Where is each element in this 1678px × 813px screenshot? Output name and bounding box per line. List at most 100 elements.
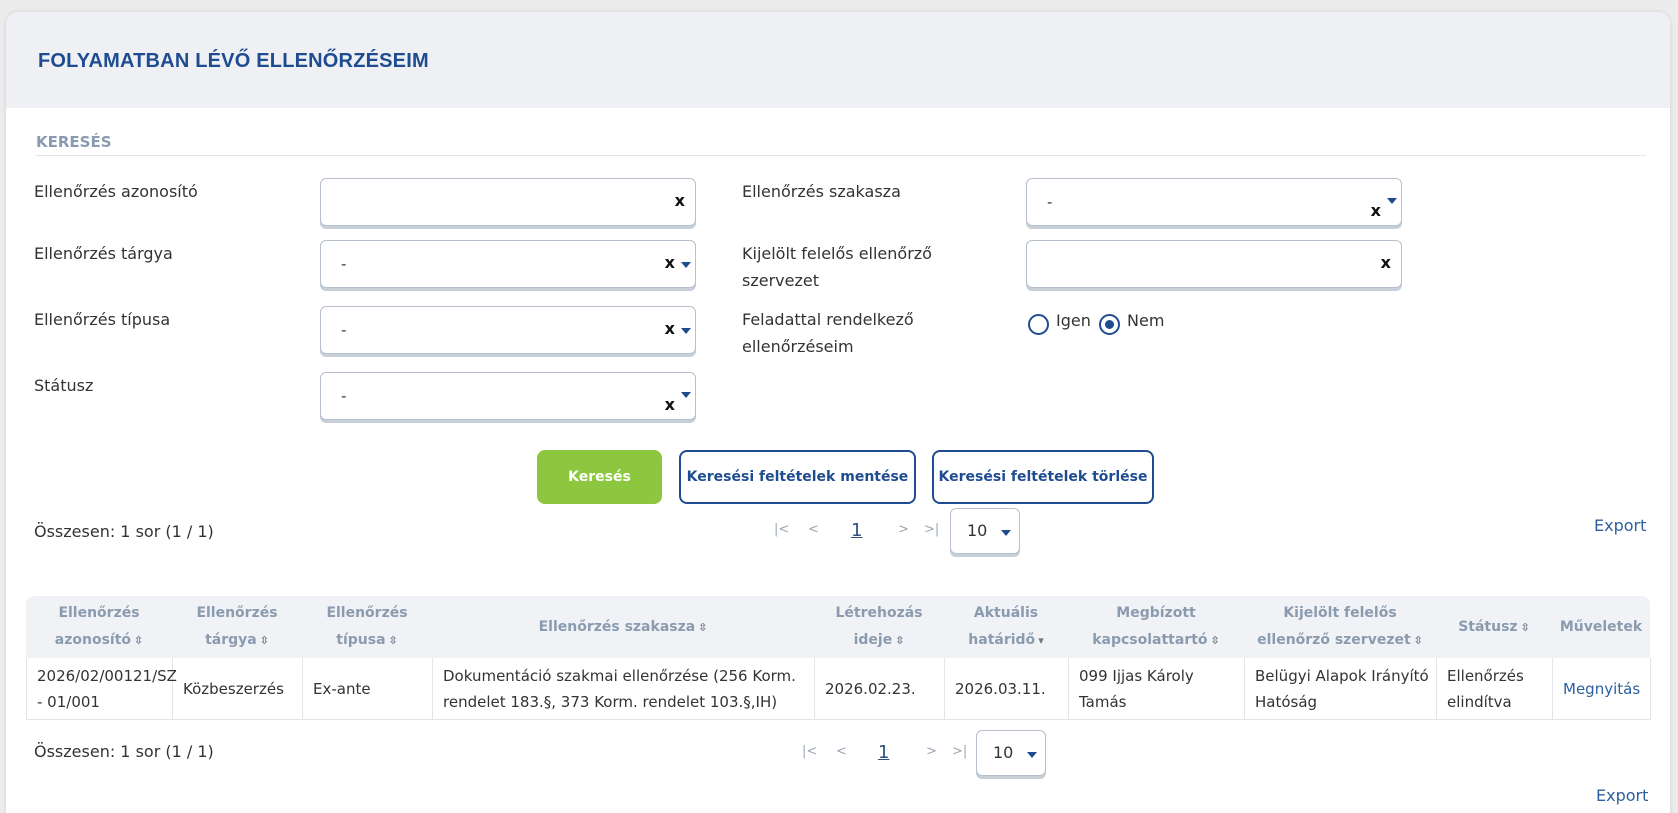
clear-icon[interactable]: x [675,191,685,210]
th-szervezet[interactable]: Kijelölt felelős ellenőrző szervezet ⇳ [1244,596,1436,658]
cell-text: - 01/001 [37,693,100,711]
th-text: Ellenőrzés [58,605,140,621]
export-link[interactable]: Export [1594,516,1646,535]
th-text: Ellenőrzés [196,605,278,621]
th-text: típusa [336,632,386,648]
clear-icon[interactable]: x [665,253,675,272]
last-page-icon[interactable]: >| [924,522,939,537]
cell-text: Hatóság [1255,693,1318,711]
azonosito-input[interactable]: x [320,178,696,226]
clear-filters-button[interactable]: Keresési feltételek törlése [932,450,1154,504]
clear-icon[interactable]: x [1371,201,1381,220]
szakasza-select[interactable]: - x [1026,178,1402,226]
th-statusz[interactable]: Státusz ⇳ [1436,596,1552,658]
page-number[interactable]: 1 [878,742,889,763]
search-button[interactable]: Keresés [537,450,662,504]
th-text: ideje [853,632,893,648]
th-hatarido[interactable]: Aktuális határidő ▾ [944,596,1068,658]
main-card: FOLYAMATBAN LÉVŐ ELLENŐRZÉSEIM KERESÉS E… [6,12,1670,813]
szervezet-label-line2: szervezet [742,271,819,290]
radio-igen[interactable] [1028,314,1049,335]
page-number[interactable]: 1 [851,520,862,541]
clear-icon[interactable]: x [665,319,675,338]
cell-kapcsolattarto: 099 Ijjas Károly Tamás [1069,658,1245,720]
save-filters-button[interactable]: Keresési feltételek mentése [679,450,916,504]
th-targya[interactable]: Ellenőrzés tárgya ⇳ [172,596,302,658]
page-size-select[interactable]: 10 [950,508,1020,554]
th-tipusa[interactable]: Ellenőrzés típusa ⇳ [302,596,432,658]
export-link-bottom[interactable]: Export [1596,786,1648,805]
th-text: Aktuális [973,605,1039,621]
chevron-down-icon[interactable] [1387,198,1397,204]
next-page-icon[interactable]: > [898,522,909,537]
radio-selected-dot [1105,320,1114,329]
th-letrehozas[interactable]: Létrehozás ideje ⇳ [814,596,944,658]
first-page-icon[interactable]: |< [774,522,789,537]
th-text: Megbízott [1116,605,1196,621]
section-divider [36,155,1646,156]
th-kapcsolattarto[interactable]: Megbízott kapcsolattartó ⇳ [1068,596,1244,658]
statusz-select[interactable]: - x [320,372,696,420]
clear-icon[interactable]: x [665,395,675,414]
search-section-title: KERESÉS [36,133,112,151]
tipusa-value: - [341,321,347,339]
radio-nem-label[interactable]: Nem [1127,311,1164,330]
th-text: Kijelölt felelős [1283,605,1397,621]
sort-icon[interactable]: ⇳ [895,634,904,647]
open-link[interactable]: Megnyitás [1553,658,1651,720]
cell-text: 2026/02/00121/SZ [37,667,177,685]
sort-icon[interactable]: ⇳ [134,634,143,647]
th-szakasza[interactable]: Ellenőrzés szakasza ⇳ [432,596,814,658]
sort-icon[interactable]: ⇳ [1521,621,1530,634]
sort-icon[interactable]: ⇳ [698,621,707,634]
th-text: Létrehozás [835,605,923,621]
sort-icon[interactable]: ⇳ [1211,634,1220,647]
targya-select[interactable]: - x [320,240,696,288]
sort-icon[interactable]: ⇳ [1414,634,1423,647]
th-text: kapcsolattartó [1092,632,1208,648]
first-page-icon[interactable]: |< [802,744,817,759]
cell-text: elindítva [1447,693,1512,711]
th-azonosito[interactable]: Ellenőrzés azonosító ⇳ [26,596,172,658]
chevron-down-icon [1027,752,1037,758]
table-row: 2026/02/00121/SZ - 01/001 Közbeszerzés Ex… [26,658,1651,720]
th-text: ellenőrző szervezet [1257,632,1411,648]
tipusa-label: Ellenőrzés típusa [34,310,171,329]
radio-igen-label[interactable]: Igen [1056,311,1091,330]
sort-icon[interactable]: ⇳ [389,634,398,647]
cell-tipusa: Ex-ante [303,658,433,720]
page-size-value: 10 [967,521,988,540]
chevron-down-icon[interactable] [681,262,691,268]
chevron-down-icon[interactable] [681,392,691,398]
cell-szakasza: Dokumentáció szakmai ellenőrzése (256 Ko… [433,658,815,720]
szervezet-input[interactable]: x [1026,240,1402,288]
page-size-value: 10 [993,743,1014,762]
statusz-value: - [341,387,347,405]
last-page-icon[interactable]: >| [952,744,967,759]
page-header: FOLYAMATBAN LÉVŐ ELLENŐRZÉSEIM [6,12,1670,108]
page-size-select[interactable]: 10 [976,730,1046,776]
th-text: azonosító [54,632,132,648]
th-muveletek: Műveletek [1552,596,1650,658]
table-header: Ellenőrzés azonosító ⇳ Ellenőrzés tárgya ⇳ E… [26,596,1650,658]
feladattal-label-line1: Feladattal rendelkező [742,310,914,329]
chevron-down-icon[interactable] [681,328,691,334]
sort-desc-icon[interactable]: ▾ [1038,634,1044,647]
prev-page-icon[interactable]: < [836,744,847,759]
statusz-label: Státusz [34,376,94,395]
radio-nem[interactable] [1099,314,1120,335]
feladattal-label-line2: ellenőrzéseim [742,337,854,356]
th-text: Műveletek [1559,618,1643,635]
result-summary-bottom: Összesen: 1 sor (1 / 1) [34,742,214,761]
cell-text: Belügyi Alapok Irányító [1255,667,1429,685]
th-text: Ellenőrzés [326,605,408,621]
targya-value: - [341,255,347,273]
clear-icon[interactable]: x [1381,253,1391,272]
page-title: FOLYAMATBAN LÉVŐ ELLENŐRZÉSEIM [38,50,429,72]
next-page-icon[interactable]: > [926,744,937,759]
sort-icon[interactable]: ⇳ [260,634,269,647]
cell-text: Dokumentáció szakmai ellenőrzése (256 Ko… [443,667,796,685]
cell-letrehozas: 2026.02.23. [815,658,945,720]
prev-page-icon[interactable]: < [808,522,819,537]
tipusa-select[interactable]: - x [320,306,696,354]
